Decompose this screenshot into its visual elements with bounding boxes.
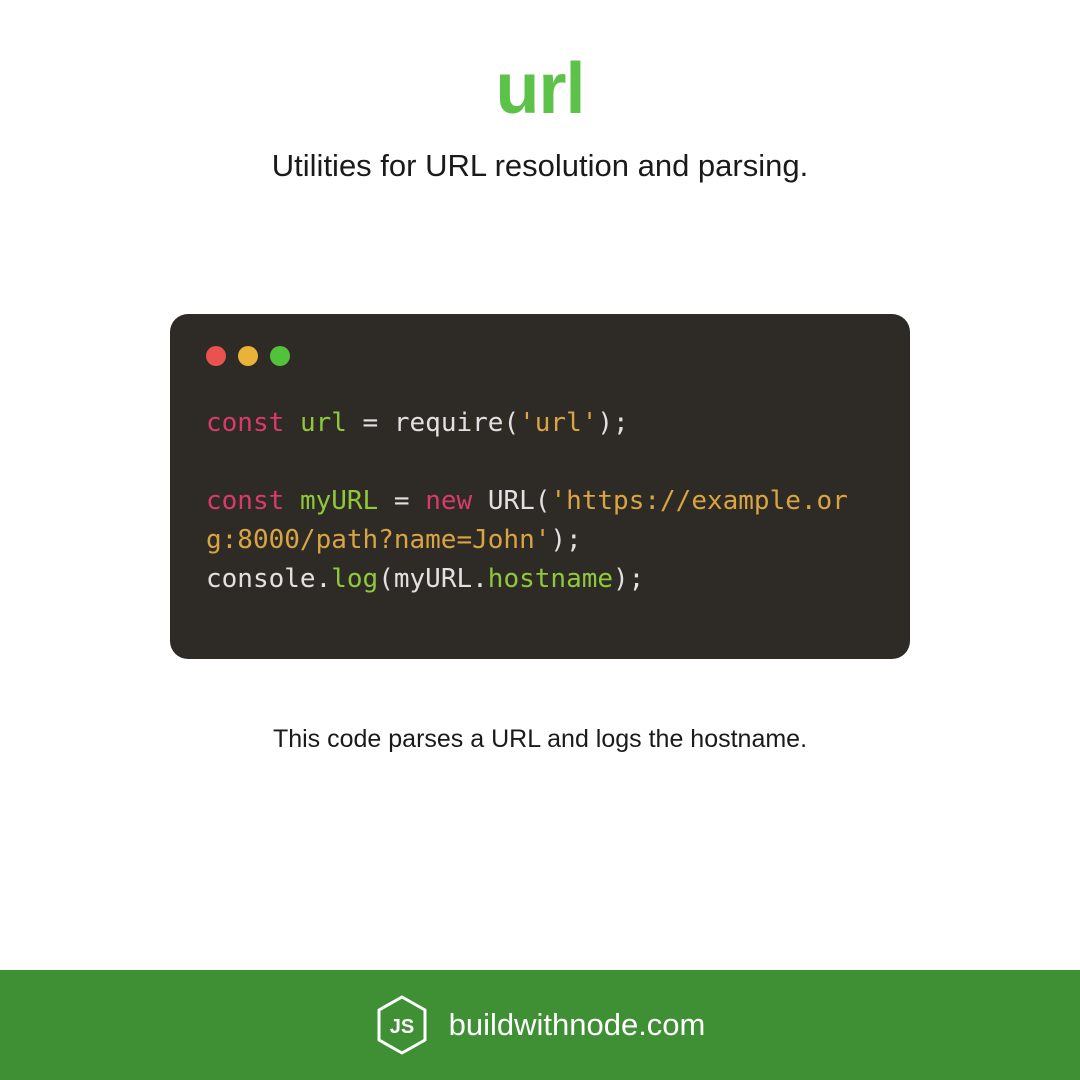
close-icon xyxy=(206,346,226,366)
caption: This code parses a URL and logs the host… xyxy=(0,725,1080,754)
header: url Utilities for URL resolution and par… xyxy=(0,0,1080,184)
footer-site: buildwithnode.com xyxy=(449,1007,706,1043)
svg-text:JS: JS xyxy=(389,1016,413,1038)
page-title: url xyxy=(0,48,1080,130)
nodejs-icon: JS xyxy=(375,995,429,1055)
page-subtitle: Utilities for URL resolution and parsing… xyxy=(0,148,1080,184)
footer: JS buildwithnode.com xyxy=(0,970,1080,1080)
minimize-icon xyxy=(238,346,258,366)
maximize-icon xyxy=(270,346,290,366)
window-controls xyxy=(206,346,874,366)
code-window: const url = require('url'); const myURL … xyxy=(170,314,910,659)
code-block: const url = require('url'); const myURL … xyxy=(206,404,874,599)
